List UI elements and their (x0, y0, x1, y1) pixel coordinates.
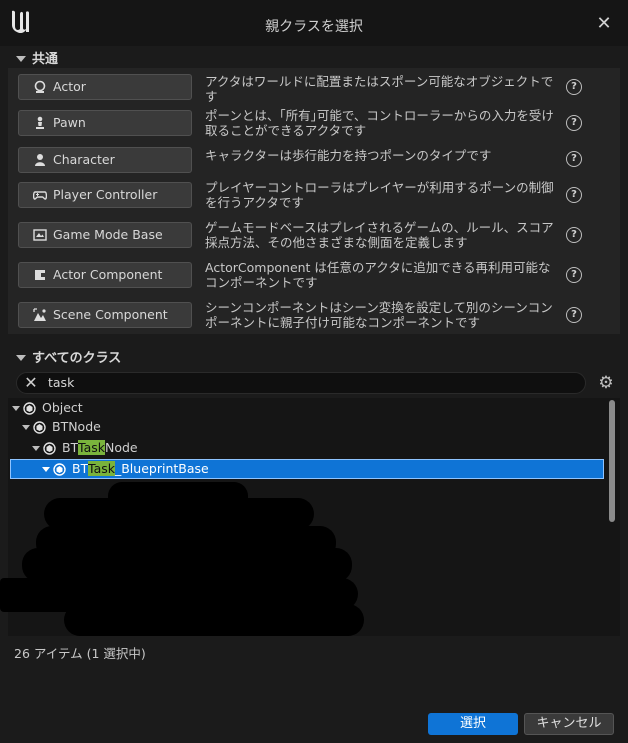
tree-row-text: BTNode (52, 419, 101, 434)
redaction-mark (0, 578, 80, 612)
gear-icon[interactable]: ⚙ (596, 373, 616, 393)
actor-component-class-description: ActorComponent は任意のアクタに追加できる再利用可能なコンポーネン… (205, 260, 551, 290)
help-icon[interactable]: ? (566, 267, 582, 283)
help-icon[interactable]: ? (566, 307, 582, 323)
tree-scrollbar[interactable] (609, 400, 615, 522)
help-icon[interactable]: ? (566, 115, 582, 131)
character-icon (35, 154, 45, 166)
actor-class-label: Actor (53, 79, 86, 94)
player-controller-class-description: プレイヤーコントローラはプレイヤーが利用するポーンの制御を行うアクタです (205, 180, 554, 210)
clear-search-icon[interactable]: ✕ (22, 374, 40, 392)
help-icon[interactable]: ? (566, 227, 582, 243)
select-button[interactable]: 選択 (428, 713, 518, 735)
tree-row-text-prefix: BT (62, 440, 78, 455)
scene-component-class-button[interactable]: Scene Component (18, 302, 192, 328)
tree-row-text-suffix: Node (104, 440, 138, 455)
pawn-class-label: Pawn (53, 115, 86, 130)
tree-row-object[interactable]: Object (12, 398, 83, 418)
game-mode-base-class-label: Game Mode Base (53, 227, 163, 242)
class-search-box[interactable] (16, 372, 586, 394)
item-count-status: 26 アイテム (1 選択中) (14, 646, 146, 661)
tree-row-bttasknode[interactable]: BTTaskNode (32, 438, 138, 458)
actor-component-class-label: Actor Component (53, 267, 163, 282)
player-controller-class-label: Player Controller (53, 187, 158, 202)
collapse-arrow-icon (16, 56, 26, 62)
cancel-button[interactable]: キャンセル (524, 713, 614, 735)
help-icon[interactable]: ? (566, 151, 582, 167)
close-button[interactable]: ✕ (594, 14, 614, 34)
actor-icon (34, 80, 46, 93)
tree-row-text-prefix: BT (72, 461, 88, 476)
actor-component-class-button[interactable]: Actor Component (18, 262, 192, 288)
common-section-header[interactable]: 共通 (8, 48, 620, 70)
scene-component-class-description: シーンコンポーネントはシーン変換を設定して別のシーンコンポーネントに親子付け可能… (205, 300, 553, 330)
character-class-label: Character (53, 152, 115, 167)
class-icon (43, 442, 56, 455)
character-class-button[interactable]: Character (18, 147, 192, 173)
actor-class-description: アクタはワールドに配置またはスポーン可能なオブジェクトです (205, 74, 554, 104)
collapse-arrow-icon (16, 355, 26, 361)
pawn-icon (36, 116, 44, 129)
actor-class-button[interactable]: Actor (18, 74, 192, 100)
game-mode-base-class-button[interactable]: Game Mode Base (18, 222, 192, 248)
search-match-highlight: Task (78, 440, 105, 455)
all-classes-section-header[interactable]: すべてのクラス (8, 347, 620, 369)
expand-arrow-icon (12, 406, 20, 411)
scene-component-class-label: Scene Component (53, 307, 168, 322)
class-tree: Object BTNode BTTaskNode BTTask_Blueprin… (8, 398, 620, 636)
character-class-description: キャラクターは歩行能力を持つポーンのタイプです (205, 148, 492, 163)
all-classes-section-label: すべてのクラス (32, 351, 122, 366)
class-icon (33, 421, 46, 434)
common-section-label: 共通 (32, 52, 59, 67)
tree-row-bttask-blueprintbase[interactable]: BTTask_BlueprintBase (42, 459, 209, 479)
help-icon[interactable]: ? (566, 79, 582, 95)
tree-row-text: Object (42, 400, 83, 415)
scene-component-icon (33, 308, 46, 321)
redaction-mark (64, 604, 364, 636)
game-mode-base-class-description: ゲームモードベースはプレイされるゲームの、ルール、スコア採点方法、その他さまざま… (205, 220, 554, 250)
expand-arrow-icon (42, 467, 50, 472)
tree-row-text-suffix: _BlueprintBase (114, 461, 209, 476)
expand-arrow-icon (22, 425, 30, 430)
class-search-input[interactable]: task (48, 375, 74, 390)
game-mode-icon (33, 229, 47, 241)
pawn-class-button[interactable]: Pawn (18, 110, 192, 136)
common-classes-panel: Actor アクタはワールドに配置またはスポーン可能なオブジェクトです ? Pa… (8, 68, 620, 334)
class-icon (23, 402, 36, 415)
expand-arrow-icon (32, 446, 40, 451)
dialog-title: 親クラスを選択 (265, 19, 363, 35)
actor-component-icon (35, 270, 45, 280)
gamepad-icon (33, 191, 47, 200)
tree-row-btnode[interactable]: BTNode (22, 417, 101, 437)
redaction-mark (22, 548, 352, 582)
player-controller-class-button[interactable]: Player Controller (18, 182, 192, 208)
help-icon[interactable]: ? (566, 187, 582, 203)
class-icon (53, 463, 66, 476)
pawn-class-description: ポーンとは、｢所有｣可能で、コントローラーからの入力を受け取ることができるアクタ… (205, 108, 554, 138)
search-match-highlight: Task (88, 461, 115, 476)
